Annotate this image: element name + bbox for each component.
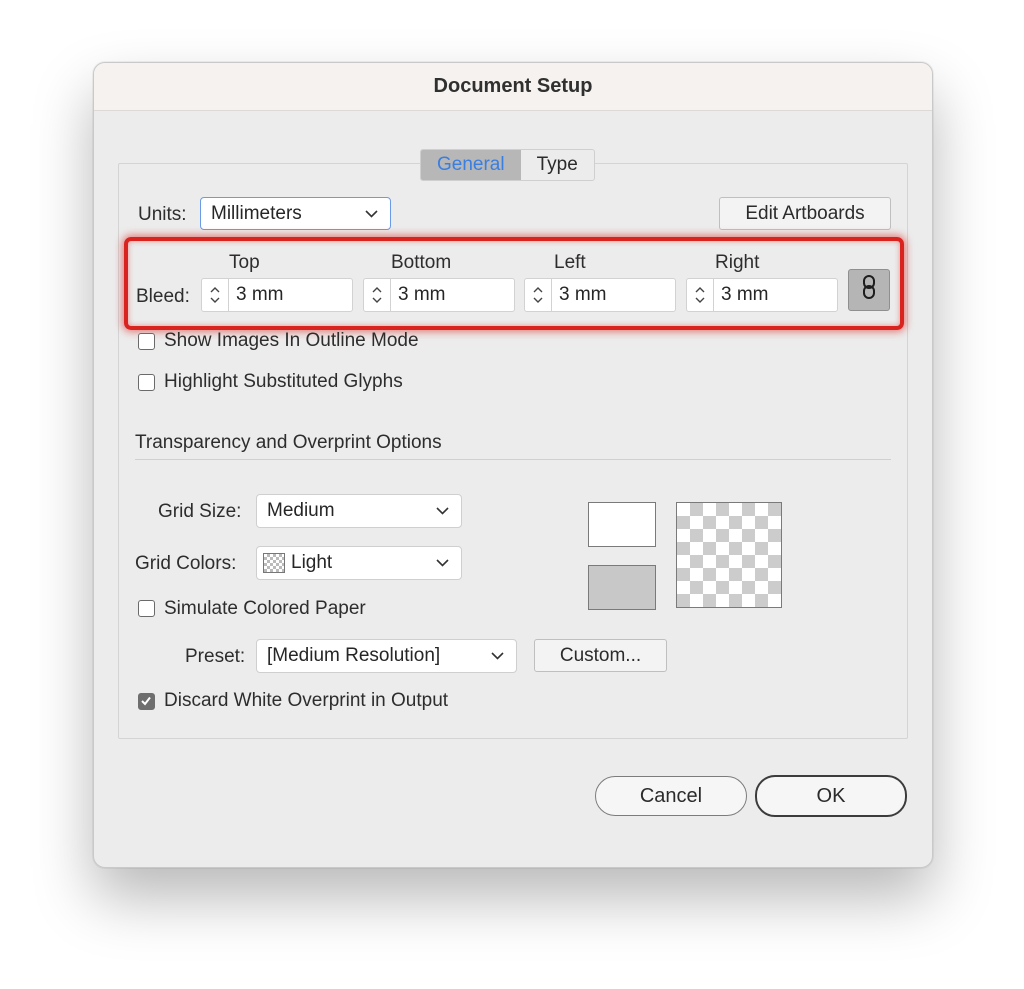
- grid-size-label: Grid Size:: [158, 501, 242, 522]
- stepper-arrows-icon[interactable]: [687, 279, 714, 311]
- custom-button[interactable]: Custom...: [534, 639, 667, 672]
- chevron-down-icon: [436, 556, 449, 570]
- bleed-header-bottom: Bottom: [391, 252, 452, 273]
- tab-general[interactable]: General: [421, 150, 521, 180]
- section-divider: [135, 459, 891, 460]
- highlight-glyphs-checkbox[interactable]: [138, 374, 155, 391]
- grid-size-select[interactable]: Medium: [256, 494, 462, 528]
- document-setup-dialog: Document Setup General Type Units: Milli…: [93, 62, 933, 868]
- transparency-section-title: Transparency and Overprint Options: [135, 432, 442, 453]
- bleed-bottom-value: 3 mm: [398, 284, 446, 305]
- ok-button[interactable]: OK: [755, 775, 907, 817]
- discard-white-checkbox[interactable]: [138, 693, 155, 710]
- transparency-grid-preview: [676, 502, 782, 608]
- tab-type[interactable]: Type: [521, 150, 594, 180]
- bleed-header-top: Top: [229, 252, 260, 273]
- chevron-down-icon: [491, 649, 504, 663]
- highlight-glyphs-label: Highlight Substituted Glyphs: [164, 371, 403, 392]
- grid-size-value: Medium: [267, 500, 335, 521]
- chevron-down-icon: [436, 504, 449, 518]
- bleed-label: Bleed:: [136, 286, 190, 307]
- edit-artboards-button[interactable]: Edit Artboards: [719, 197, 891, 230]
- cancel-button[interactable]: Cancel: [595, 776, 747, 816]
- simulate-paper-checkbox[interactable]: [138, 600, 155, 617]
- chain-link-icon: [862, 274, 876, 306]
- link-bleed-button[interactable]: [848, 269, 890, 311]
- bleed-top-value: 3 mm: [236, 284, 284, 305]
- stepper-arrows-icon[interactable]: [202, 279, 229, 311]
- gray-swatch[interactable]: [588, 565, 656, 610]
- bleed-header-left: Left: [554, 252, 586, 273]
- checkmark-icon: [141, 696, 151, 706]
- bleed-left-value: 3 mm: [559, 284, 607, 305]
- grid-colors-select[interactable]: Light: [256, 546, 462, 580]
- show-images-outline-checkbox[interactable]: [138, 333, 155, 350]
- units-value: Millimeters: [211, 202, 302, 224]
- units-select[interactable]: Millimeters: [200, 197, 391, 230]
- dialog-title: Document Setup: [94, 63, 932, 111]
- bleed-bottom-field[interactable]: 3 mm: [363, 278, 515, 312]
- bleed-right-field[interactable]: 3 mm: [686, 278, 838, 312]
- chevron-down-icon: [365, 207, 378, 221]
- bleed-header-right: Right: [715, 252, 760, 273]
- units-label: Units:: [138, 204, 187, 225]
- preset-select[interactable]: [Medium Resolution]: [256, 639, 517, 673]
- grid-colors-label: Grid Colors:: [135, 553, 237, 574]
- bleed-top-field[interactable]: 3 mm: [201, 278, 353, 312]
- preset-label: Preset:: [185, 646, 246, 667]
- checker-swatch-icon: [263, 553, 285, 573]
- show-images-outline-label: Show Images In Outline Mode: [164, 330, 419, 351]
- simulate-paper-label: Simulate Colored Paper: [164, 598, 366, 619]
- stepper-arrows-icon[interactable]: [525, 279, 552, 311]
- stepper-arrows-icon[interactable]: [364, 279, 391, 311]
- preset-value: [Medium Resolution]: [267, 645, 441, 666]
- discard-white-label: Discard White Overprint in Output: [164, 690, 449, 711]
- bleed-left-field[interactable]: 3 mm: [524, 278, 676, 312]
- tab-bar: General Type: [420, 149, 595, 181]
- bleed-right-value: 3 mm: [721, 284, 769, 305]
- white-swatch[interactable]: [588, 502, 656, 547]
- grid-colors-value: Light: [291, 552, 333, 573]
